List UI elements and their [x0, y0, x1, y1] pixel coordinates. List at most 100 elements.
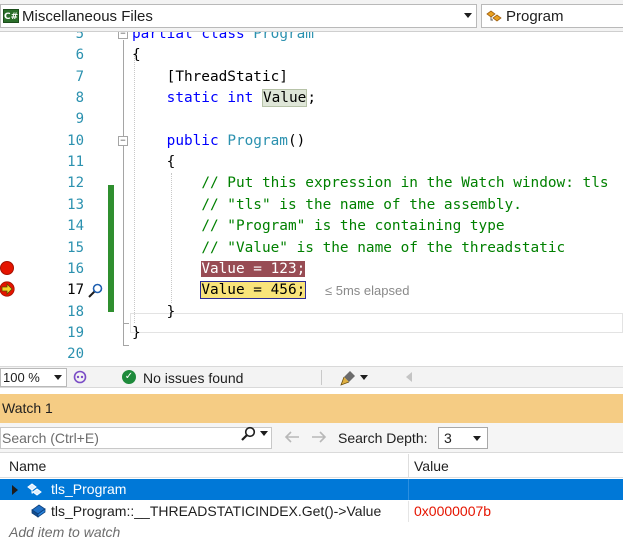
zoom-dropdown[interactable]: 100 %: [0, 368, 67, 387]
search-depth-dropdown[interactable]: 3: [438, 427, 488, 449]
column-header-name[interactable]: Name: [9, 454, 46, 478]
code-text[interactable]: Value = 123;: [132, 259, 306, 280]
code-text[interactable]: Value = 456;: [132, 280, 307, 301]
column-divider: [408, 501, 409, 522]
code-editor[interactable]: − − 5 partial class Program 6{7 [ThreadSta…: [0, 32, 623, 366]
perf-tip-elapsed[interactable]: ≤ 5ms elapsed: [325, 280, 409, 301]
code-line[interactable]: 19}: [0, 323, 623, 344]
line-number: 6: [75, 47, 84, 64]
column-divider[interactable]: [408, 454, 409, 478]
code-text[interactable]: // "tls" is the name of the assembly.: [132, 195, 522, 216]
code-text[interactable]: static int Value;: [132, 88, 316, 109]
code-line[interactable]: 6{: [0, 45, 623, 66]
code-line[interactable]: 8 static int Value;: [0, 88, 623, 109]
line-number: 7: [75, 68, 84, 85]
breakpoint-icon[interactable]: [0, 261, 14, 275]
watch-row[interactable]: tls_Program::__THREADSTATICINDEX.Get()->…: [0, 501, 623, 522]
watch-search-input[interactable]: Search (Ctrl+E): [0, 427, 272, 449]
expand-arrow-icon[interactable]: [12, 485, 18, 495]
type-members-value: Program: [506, 7, 564, 25]
search-back-arrow-icon[interactable]: [283, 429, 301, 445]
line-number: 16: [67, 260, 84, 277]
scroll-left-icon[interactable]: [406, 372, 412, 382]
chevron-down-icon[interactable]: [464, 13, 472, 18]
type-members-dropdown[interactable]: Program: [481, 4, 623, 28]
code-text[interactable]: }: [132, 323, 141, 344]
code-token: // "Program" is the containing type: [201, 218, 505, 235]
instruction-pointer-icon[interactable]: [0, 281, 15, 297]
add-watch-item-input[interactable]: Add item to watch: [0, 522, 623, 543]
column-header-value[interactable]: Value: [414, 454, 449, 478]
code-line[interactable]: 9: [0, 109, 623, 130]
code-text[interactable]: public Program(): [132, 131, 306, 152]
code-token: Value: [261, 89, 308, 108]
code-token: }: [132, 303, 176, 320]
chevron-down-icon[interactable]: [473, 436, 481, 441]
line-number: 15: [67, 239, 84, 256]
search-icon[interactable]: [240, 426, 256, 442]
code-text[interactable]: // Put this expression in the Watch wind…: [132, 173, 608, 194]
code-text[interactable]: // "Program" is the containing type: [132, 216, 505, 237]
code-text[interactable]: {: [132, 152, 176, 173]
code-line[interactable]: 13 // "tls" is the name of the assembly.: [0, 195, 623, 216]
code-text[interactable]: {: [132, 45, 141, 66]
run-to-cursor-icon[interactable]: [86, 282, 104, 300]
code-token: Value = 123;: [201, 260, 306, 277]
code-line[interactable]: 10 public Program(): [0, 131, 623, 152]
code-token: static: [166, 90, 219, 107]
watch-window-title[interactable]: Watch 1: [0, 394, 623, 423]
code-line[interactable]: 14 // "Program" is the containing type: [0, 216, 623, 237]
code-token: {: [132, 154, 176, 171]
code-token: class: [201, 32, 245, 42]
code-token: int: [227, 90, 254, 107]
code-text[interactable]: partial class Program: [132, 32, 314, 45]
copilot-icon[interactable]: [72, 369, 88, 385]
line-number: 20: [67, 346, 84, 363]
watch-row[interactable]: tls_Program: [0, 479, 623, 500]
code-text[interactable]: [ThreadStatic]: [132, 67, 288, 88]
code-token: (): [287, 132, 306, 149]
line-number: 14: [67, 218, 84, 235]
code-line[interactable]: 16 Value = 123;: [0, 259, 623, 280]
code-line[interactable]: 5 partial class Program: [0, 32, 623, 45]
watch-row-name: tls_Program::__THREADSTATICINDEX.Get()->…: [51, 503, 382, 519]
code-line[interactable]: 20: [0, 344, 623, 365]
line-number: 11: [67, 154, 84, 171]
search-forward-arrow-icon[interactable]: [310, 429, 328, 445]
column-divider: [408, 479, 409, 500]
line-number: 9: [75, 111, 84, 128]
check-circle-icon: ✓: [122, 370, 136, 384]
watch-column-header: Name Value: [0, 454, 623, 478]
chevron-down-icon[interactable]: [54, 375, 62, 380]
issues-status-text[interactable]: No issues found: [143, 369, 243, 387]
class-member-icon: [27, 483, 42, 496]
chevron-down-icon[interactable]: [360, 375, 368, 380]
chevron-down-icon[interactable]: [260, 431, 268, 436]
line-number: 19: [67, 324, 84, 341]
search-depth-label: Search Depth:: [338, 430, 428, 446]
csharp-file-icon: C#: [3, 9, 19, 23]
code-line[interactable]: 11 {: [0, 152, 623, 173]
code-text[interactable]: }: [132, 302, 176, 323]
project-files-dropdown[interactable]: C# Miscellaneous Files: [0, 4, 477, 28]
code-line[interactable]: 12 // Put this expression in the Watch w…: [0, 173, 623, 194]
code-text[interactable]: // "Value" is the name of the threadstat…: [132, 238, 565, 259]
code-token: public: [166, 132, 219, 149]
line-number: 8: [75, 90, 84, 107]
watch-toolbar: Search (Ctrl+E) Search Depth: 3: [0, 423, 623, 453]
code-line[interactable]: 7 [ThreadStatic]: [0, 67, 623, 88]
line-number: 10: [67, 132, 84, 149]
code-line[interactable]: 18 }: [0, 302, 623, 323]
project-files-value: Miscellaneous Files: [22, 7, 153, 25]
search-depth-value: 3: [444, 430, 452, 446]
code-cleanup-icon[interactable]: [339, 369, 357, 387]
code-token: Value = 456;: [200, 281, 307, 300]
zoom-value: 100 %: [3, 370, 40, 385]
code-line[interactable]: 15 // "Value" is the name of the threads…: [0, 238, 623, 259]
line-number: 12: [67, 175, 84, 192]
line-number: 18: [67, 303, 84, 320]
